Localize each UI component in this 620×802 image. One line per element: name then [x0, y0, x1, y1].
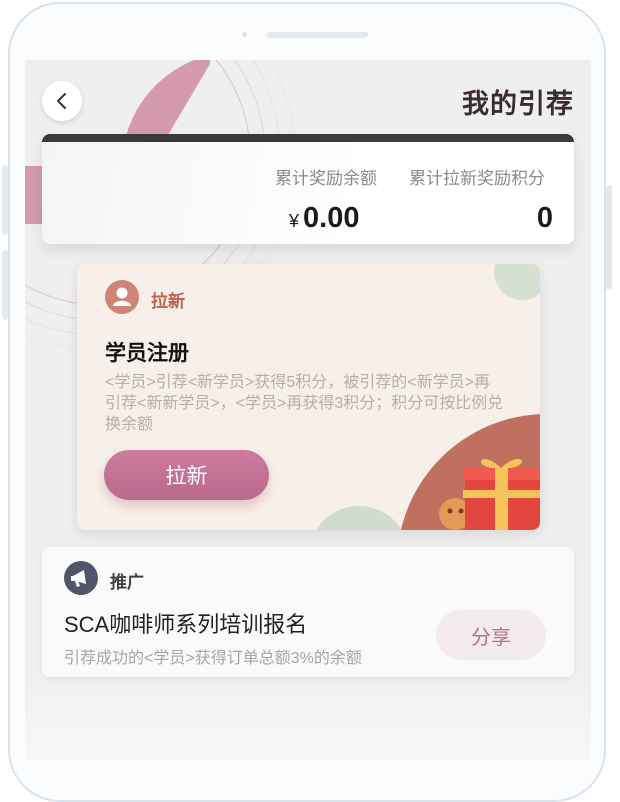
invite-tag-label: 拉新: [151, 292, 185, 311]
currency-symbol: ¥: [289, 211, 300, 231]
page-title: 我的引荐: [462, 89, 574, 119]
promo-tag-icon-wrap: [64, 561, 98, 595]
share-button[interactable]: 分享: [436, 610, 546, 660]
user-icon: [113, 287, 131, 306]
promo-tag-label: 推广: [110, 573, 144, 592]
phone-speaker-dot: [242, 32, 247, 37]
promo-card: 推广 SCA咖啡师系列培训报名 引荐成功的<学员>获得订单总额3%的余额 分享: [42, 547, 574, 677]
decor-green-circle: [494, 264, 540, 300]
phone-speaker: [266, 32, 366, 38]
reward-balance-value: ¥0.00: [289, 202, 359, 235]
megaphone-icon: [71, 570, 86, 587]
promo-title: SCA咖啡师系列培训报名: [64, 612, 308, 637]
invite-card: 拉新 学员注册 <学员>引荐<新学员>获得5积分，被引荐的<新学员>再引荐<新新…: [77, 264, 540, 530]
reward-balance-amount: 0.00: [303, 202, 360, 234]
invite-button[interactable]: 拉新: [104, 450, 269, 500]
points-value: 0: [536, 202, 553, 234]
invite-description: <学员>引荐<新学员>获得5积分，被引荐的<新学员>再引荐<新新学员>，<学员>…: [105, 374, 504, 433]
promo-description: 引荐成功的<学员>获得订单总额3%的余额: [64, 650, 362, 667]
screen-bottom-fade: [25, 670, 591, 760]
app-screen: 我的引荐 累计奖励余额 ¥0.00 累计拉新奖励积分 0 拉新 学员注册 <学员…: [25, 60, 591, 760]
decor-pink-blob: [125, 60, 210, 140]
points-label: 累计拉新奖励积分: [409, 169, 545, 188]
invite-title: 学员注册: [105, 342, 189, 365]
phone-volume-down: [2, 250, 8, 320]
reward-balance-label: 累计奖励余额: [275, 169, 377, 188]
invite-tag-icon-wrap: [105, 280, 139, 314]
balance-card: 累计奖励余额 ¥0.00 累计拉新奖励积分 0: [42, 134, 574, 244]
back-button[interactable]: [42, 81, 82, 121]
phone-volume-up: [2, 165, 8, 235]
phone-power-button: [606, 185, 612, 290]
decor-green-circle: [316, 506, 402, 530]
chevron-left-icon: [57, 93, 66, 109]
balance-card-topbar: [42, 134, 574, 142]
phone-camera-dot: [363, 32, 368, 37]
